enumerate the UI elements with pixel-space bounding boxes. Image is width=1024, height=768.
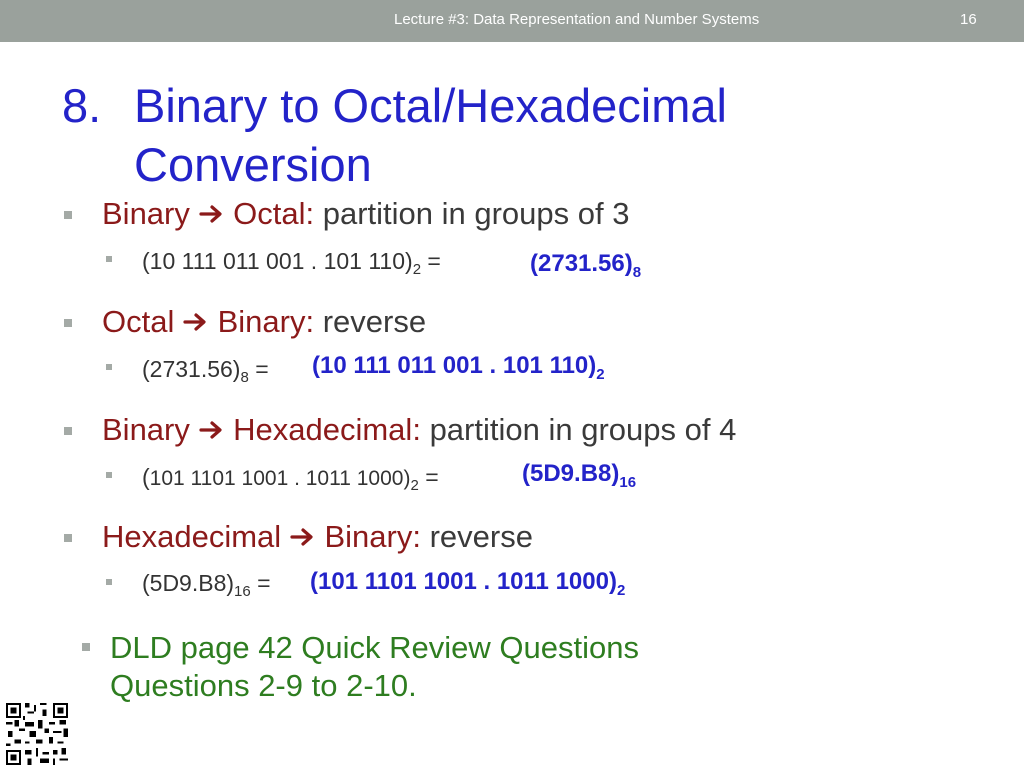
example-base: 8: [240, 369, 249, 386]
slide-title-line1: Binary to Octal/Hexadecimal: [134, 79, 727, 132]
sub-bullet-icon: [106, 579, 112, 585]
term-description: reverse: [322, 304, 427, 339]
slide-title-number: 8.: [62, 79, 102, 132]
term-to: Hexadecimal:: [233, 412, 421, 447]
answer-base: 2: [616, 582, 626, 599]
example-base: 16: [234, 583, 251, 600]
review-note: DLD page 42 Quick Review Questions Quest…: [110, 629, 639, 705]
equals-sign: =: [257, 570, 271, 596]
section-binary-octal: Binary Octal: partition in groups of 3: [102, 196, 629, 232]
answer-value: (10 111 011 001 . 101 110): [312, 352, 597, 379]
term-from: Binary: [102, 196, 190, 231]
example-octal-binary: (2731.56)8 =: [142, 356, 269, 386]
answer-base: 2: [596, 366, 605, 383]
right-arrow-icon: [198, 205, 222, 223]
slide-title-line2: Conversion: [134, 138, 372, 191]
example-expression: 101 1101 1001 . 1011 1000): [149, 467, 411, 490]
example-binary-hex: (101 1101 1001 . 1011 1000)2 =: [142, 464, 439, 494]
lecture-title: Lecture #3: Data Representation and Numb…: [394, 11, 760, 28]
right-arrow-icon: [183, 313, 206, 331]
review-line2: Questions 2-9 to 2-10.: [110, 668, 417, 703]
qr-code-icon: [6, 703, 68, 765]
section-octal-binary: Octal Binary: reverse: [102, 304, 426, 340]
right-arrow-icon: [198, 421, 222, 439]
answer-binary-octal: (2731.56)8: [530, 250, 642, 281]
section-hex-binary: Hexadecimal Binary: reverse: [102, 519, 533, 555]
bullet-icon: [64, 211, 72, 219]
equals-sign: =: [425, 464, 439, 490]
slide-header: Lecture #3: Data Representation and Numb…: [0, 0, 1024, 42]
example-open-paren: (: [142, 464, 150, 490]
bullet-icon: [64, 427, 72, 435]
right-arrow-icon: [290, 528, 313, 546]
example-base: 2: [410, 477, 419, 494]
example-expression: (5D9.B8): [142, 570, 235, 596]
term-description: partition in groups of 4: [429, 412, 737, 447]
term-description: partition in groups of 3: [322, 196, 630, 231]
term-from: Hexadecimal: [102, 519, 282, 554]
bullet-icon: [64, 534, 72, 542]
review-line1: DLD page 42 Quick Review Questions: [110, 630, 639, 665]
bullet-icon: [64, 319, 72, 327]
term-from: Binary: [102, 412, 190, 447]
answer-octal-binary: (10 111 011 001 . 101 110)2: [312, 352, 605, 383]
example-hex-binary: (5D9.B8)16 =: [142, 570, 271, 600]
example-base: 2: [412, 261, 422, 278]
bullet-icon: [82, 643, 90, 651]
example-binary-octal: (10 111 011 001 . 101 110)2 =: [142, 248, 441, 278]
equals-sign: =: [255, 356, 269, 382]
sub-bullet-icon: [106, 364, 112, 370]
sub-bullet-icon: [106, 472, 112, 478]
example-expression: (2731.56): [142, 356, 241, 382]
term-from: Octal: [102, 304, 175, 339]
answer-binary-hex: (5D9.B8)16: [522, 460, 637, 491]
term-to: Binary:: [217, 304, 315, 339]
term-to: Binary:: [324, 519, 421, 554]
section-binary-hex: Binary Hexadecimal: partition in groups …: [102, 412, 736, 448]
answer-value: (101 1101 1001 . 1011 1000): [310, 568, 617, 595]
example-expression: (10 111 011 001 . 101 110): [142, 248, 413, 274]
page-number: 16: [960, 11, 977, 28]
answer-base: 8: [632, 264, 642, 281]
term-description: reverse: [429, 519, 533, 554]
answer-base: 16: [619, 474, 637, 491]
term-to: Octal:: [233, 196, 315, 231]
answer-hex-binary: (101 1101 1001 . 1011 1000)2: [310, 568, 626, 599]
sub-bullet-icon: [106, 256, 112, 262]
answer-value: (5D9.B8): [522, 460, 620, 487]
answer-value: (2731.56): [530, 250, 633, 277]
equals-sign: =: [427, 248, 441, 274]
